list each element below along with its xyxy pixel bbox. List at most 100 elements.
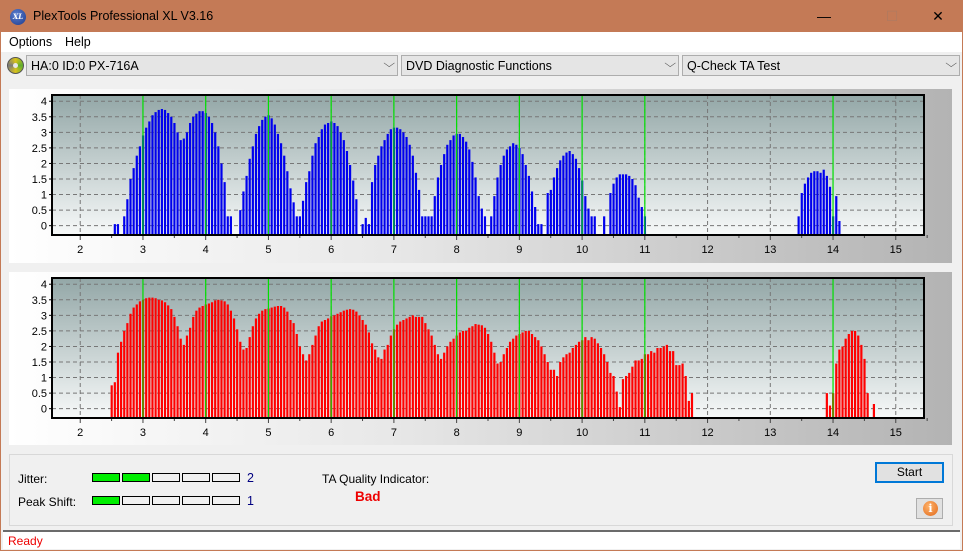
- histogram-bar: [530, 191, 534, 235]
- menu-help[interactable]: Help: [65, 35, 91, 49]
- toolbar: HA:0 ID:0 PX-716A ⌵ DVD Diagnostic Funct…: [1, 52, 962, 80]
- histogram-bar: [151, 297, 154, 418]
- histogram-bar: [408, 316, 411, 418]
- histogram-bar: [283, 307, 286, 418]
- function-select[interactable]: DVD Diagnostic Functions ⌵: [401, 55, 679, 76]
- histogram-bar: [847, 334, 850, 418]
- y-tick-label: 3.5: [32, 112, 47, 124]
- histogram-bar: [399, 129, 402, 235]
- histogram-bar: [314, 143, 317, 235]
- window-title: PlexTools Professional XL V3.16: [33, 9, 214, 23]
- histogram-bar: [637, 197, 640, 235]
- histogram-bar: [574, 344, 578, 418]
- function-select-value: DVD Diagnostic Functions: [406, 59, 552, 73]
- histogram-bar: [825, 393, 828, 418]
- close-button[interactable]: ✕: [915, 1, 961, 32]
- x-tick-label: 10: [576, 244, 588, 256]
- histogram-bar: [524, 165, 527, 235]
- histogram-bar: [471, 161, 474, 235]
- y-tick-label: 3.5: [32, 295, 47, 307]
- title-bar[interactable]: XL PlexTools Professional XL V3.16 — ☐ ✕: [1, 1, 962, 32]
- histogram-bar: [574, 158, 578, 235]
- histogram-bar: [154, 298, 157, 418]
- histogram-bar: [126, 199, 129, 235]
- menu-options[interactable]: Options: [9, 35, 52, 49]
- histogram-bar: [822, 169, 825, 235]
- histogram-bar: [273, 306, 276, 418]
- menu-bar: Options Help: [1, 32, 962, 52]
- histogram-bar: [496, 177, 499, 235]
- histogram-bar: [675, 365, 678, 418]
- histogram-bar: [659, 348, 662, 418]
- histogram-bar: [176, 132, 179, 235]
- histogram-bar: [289, 188, 292, 235]
- histogram-bar: [860, 344, 863, 418]
- y-tick-label: 1.5: [32, 357, 47, 369]
- histogram-bar: [276, 133, 280, 235]
- ta-quality-label: TA Quality Indicator:: [322, 472, 430, 486]
- chevron-down-icon: ⌵: [382, 58, 395, 70]
- histogram-bar: [414, 316, 418, 418]
- histogram-bar: [320, 129, 323, 235]
- x-tick-label: 10: [576, 427, 588, 439]
- histogram-bar: [333, 315, 336, 418]
- histogram-bar: [201, 111, 204, 235]
- minimize-button[interactable]: —: [801, 1, 847, 32]
- histogram-bar: [195, 310, 198, 418]
- histogram-bar: [279, 306, 283, 418]
- histogram-bar: [217, 146, 220, 235]
- histogram-bar: [361, 224, 364, 235]
- histogram-bar: [841, 346, 844, 418]
- histogram-bar: [348, 165, 352, 235]
- histogram-bar: [449, 341, 452, 418]
- start-button[interactable]: Start: [875, 462, 944, 483]
- y-tick-label: 3: [41, 310, 47, 322]
- histogram-bar: [248, 158, 251, 235]
- y-tick-label: 2: [41, 158, 47, 170]
- histogram-bar: [452, 338, 455, 418]
- histogram-bar: [389, 335, 392, 418]
- results-box: [9, 454, 953, 526]
- histogram-bar: [364, 217, 367, 235]
- histogram-bar: [298, 216, 301, 235]
- histogram-bar: [565, 152, 568, 235]
- histogram-bar: [537, 224, 540, 235]
- histogram-bar: [593, 338, 596, 418]
- histogram-bar: [587, 340, 590, 418]
- info-button[interactable]: i: [916, 498, 943, 519]
- histogram-chart-bottom: 0 0.5 1 1.5 2 2.5 3 3.5 4 2 3 4 5 6 7 8 9 10 11 12 13 14 15: [32, 277, 928, 439]
- histogram-bar: [810, 172, 813, 235]
- histogram-bar: [210, 123, 214, 235]
- histogram-bar: [521, 154, 524, 235]
- histogram-bar: [618, 407, 621, 418]
- histogram-bar: [138, 146, 142, 235]
- histogram-bar: [336, 313, 339, 418]
- histogram-bar: [593, 216, 596, 235]
- histogram-bar: [154, 112, 157, 235]
- drive-select[interactable]: HA:0 ID:0 PX-716A ⌵: [26, 55, 398, 76]
- histogram-bar: [264, 309, 267, 418]
- histogram-bar: [540, 346, 543, 418]
- histogram-bar: [687, 400, 690, 418]
- histogram-bar: [493, 196, 496, 235]
- info-icon: i: [923, 501, 938, 516]
- x-tick-label: 14: [827, 427, 839, 439]
- chevron-down-icon: ⌵: [944, 58, 957, 70]
- maximize-button[interactable]: ☐: [869, 1, 915, 32]
- histogram-bar: [828, 405, 832, 418]
- histogram-bar: [609, 372, 612, 418]
- histogram-bar: [201, 306, 204, 418]
- histogram-bar: [223, 301, 226, 418]
- histogram-bar: [192, 316, 195, 418]
- histogram-bar: [286, 171, 289, 235]
- histogram-bar: [217, 299, 220, 418]
- test-select[interactable]: Q-Check TA Test ⌵: [682, 55, 960, 76]
- app-window: XL PlexTools Professional XL V3.16 — ☐ ✕…: [0, 0, 963, 551]
- histogram-bar: [559, 362, 562, 418]
- x-tick-label: 13: [764, 427, 776, 439]
- histogram-bar: [559, 160, 562, 235]
- histogram-bar: [650, 351, 653, 418]
- histogram-bar: [308, 354, 311, 418]
- y-tick-label: 2.5: [32, 326, 47, 338]
- histogram-bar: [226, 216, 229, 235]
